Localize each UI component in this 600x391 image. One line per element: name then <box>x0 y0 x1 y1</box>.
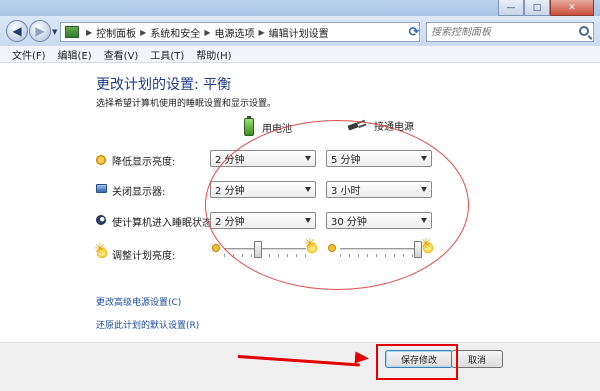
sleep-plugged-value: 30 分钟 <box>331 217 367 228</box>
brightness-battery-slider[interactable] <box>212 237 318 260</box>
turn-off-display-battery-select[interactable]: 2 分钟 <box>210 181 316 198</box>
menu-file[interactable]: 文件(F) <box>6 47 52 62</box>
turn-off-display-plugged-select[interactable]: 3 小时 <box>326 181 432 198</box>
slider-ticks <box>340 254 422 258</box>
sleep-label: 使计算机进入睡眠状态: <box>112 218 216 229</box>
dim-sun-icon <box>96 155 106 165</box>
annotation-arrow-head <box>354 351 370 365</box>
battery-column-header: 用电池 <box>244 116 292 136</box>
dim-display-battery-value: 2 分钟 <box>215 155 245 166</box>
bright-sun-icon <box>304 237 318 254</box>
battery-icon <box>244 116 254 136</box>
menu-edit[interactable]: 编辑(E) <box>52 47 98 62</box>
title-bar: — □ ✕ <box>0 0 600 16</box>
plugged-in-column-header: 接通电源 <box>348 118 414 133</box>
main-content: 更改计划的设置: 平衡 选择希望计算机使用的睡眠设置和显示设置。 用电池 接通电… <box>0 63 600 342</box>
recent-pages-dropdown-icon[interactable]: ▼ <box>52 28 57 36</box>
breadcrumb-separator[interactable]: ▶ <box>140 28 146 37</box>
sleep-battery-value: 2 分钟 <box>215 217 245 228</box>
dim-sun-icon <box>328 244 336 252</box>
slider-thumb[interactable] <box>253 241 262 258</box>
slider-ticks <box>224 254 306 258</box>
refresh-button[interactable]: ⟳ <box>404 22 424 42</box>
slider-track <box>224 248 306 251</box>
menu-tools[interactable]: 工具(T) <box>144 47 190 62</box>
monitor-icon <box>96 184 107 193</box>
back-button[interactable]: ◀ <box>6 20 28 42</box>
page-title: 更改计划的设置: 平衡 <box>96 77 232 93</box>
chevron-down-icon <box>421 156 427 161</box>
control-panel-icon <box>65 26 79 38</box>
restore-defaults-link[interactable]: 还原此计划的默认设置(R) <box>96 318 199 331</box>
breadcrumb-power-options[interactable]: 电源选项 <box>214 25 254 40</box>
turn-off-display-label: 关闭显示器: <box>112 187 166 198</box>
chevron-down-icon <box>305 218 311 223</box>
menu-bar: 文件(F) 编辑(E) 查看(V) 工具(T) 帮助(H) <box>0 46 600 63</box>
forward-button[interactable]: ▶ <box>29 20 51 42</box>
slider-track <box>340 248 422 251</box>
breadcrumb-control-panel[interactable]: 控制面板 <box>96 25 136 40</box>
menu-view[interactable]: 查看(V) <box>98 47 145 62</box>
annotation-ellipse <box>205 120 469 290</box>
save-changes-button[interactable]: 保存修改 <box>385 350 453 368</box>
navigation-bar: ◀ ▶ ▼ ▶ 控制面板 ▶ 系统和安全 ▶ 电源选项 ▶ 编辑计划设置 ⟳ <box>0 16 600 46</box>
dim-sun-icon <box>212 244 220 252</box>
dim-display-battery-select[interactable]: 2 分钟 <box>210 150 316 167</box>
bottom-bar: 保存修改 取消 <box>0 342 600 391</box>
battery-column-label: 用电池 <box>262 123 292 135</box>
breadcrumb-separator[interactable]: ▶ <box>204 28 210 37</box>
breadcrumb-separator[interactable]: ▶ <box>258 28 264 37</box>
turn-off-display-battery-value: 2 分钟 <box>215 186 245 197</box>
turn-off-display-plugged-value: 3 小时 <box>331 186 361 197</box>
minimize-button[interactable]: — <box>498 0 524 16</box>
power-plug-icon <box>348 121 366 131</box>
chevron-down-icon <box>305 156 311 161</box>
search-box[interactable] <box>426 22 594 42</box>
sleep-plugged-select[interactable]: 30 分钟 <box>326 212 432 229</box>
brightness-sun-icon <box>94 242 108 259</box>
close-button[interactable]: ✕ <box>550 0 594 16</box>
breadcrumb-separator[interactable]: ▶ <box>86 28 92 37</box>
dim-display-plugged-select[interactable]: 5 分钟 <box>326 150 432 167</box>
breadcrumb-system-security[interactable]: 系统和安全 <box>150 25 200 40</box>
brightness-label: 调整计划亮度: <box>112 251 176 262</box>
address-bar[interactable]: ▶ 控制面板 ▶ 系统和安全 ▶ 电源选项 ▶ 编辑计划设置 <box>60 22 420 42</box>
page-subtitle: 选择希望计算机使用的睡眠设置和显示设置。 <box>96 99 277 109</box>
cancel-button[interactable]: 取消 <box>451 350 503 368</box>
chevron-down-icon <box>421 187 427 192</box>
moon-icon <box>96 215 106 225</box>
bright-sun-icon <box>420 237 434 254</box>
chevron-down-icon <box>421 218 427 223</box>
window-controls: — □ ✕ <box>498 0 594 16</box>
dim-display-plugged-value: 5 分钟 <box>331 155 361 166</box>
menu-help[interactable]: 帮助(H) <box>190 47 237 62</box>
search-input[interactable] <box>431 26 571 38</box>
dim-display-label: 降低显示亮度: <box>112 157 176 168</box>
annotation-arrow <box>237 355 360 367</box>
chevron-down-icon <box>305 187 311 192</box>
sleep-battery-select[interactable]: 2 分钟 <box>210 212 316 229</box>
plugged-in-column-label: 接通电源 <box>374 122 414 133</box>
advanced-power-settings-link[interactable]: 更改高级电源设置(C) <box>96 295 181 308</box>
search-icon[interactable] <box>579 26 589 36</box>
breadcrumb-edit-plan[interactable]: 编辑计划设置 <box>269 25 329 40</box>
maximize-button[interactable]: □ <box>524 0 550 16</box>
brightness-plugged-slider[interactable] <box>328 237 434 260</box>
